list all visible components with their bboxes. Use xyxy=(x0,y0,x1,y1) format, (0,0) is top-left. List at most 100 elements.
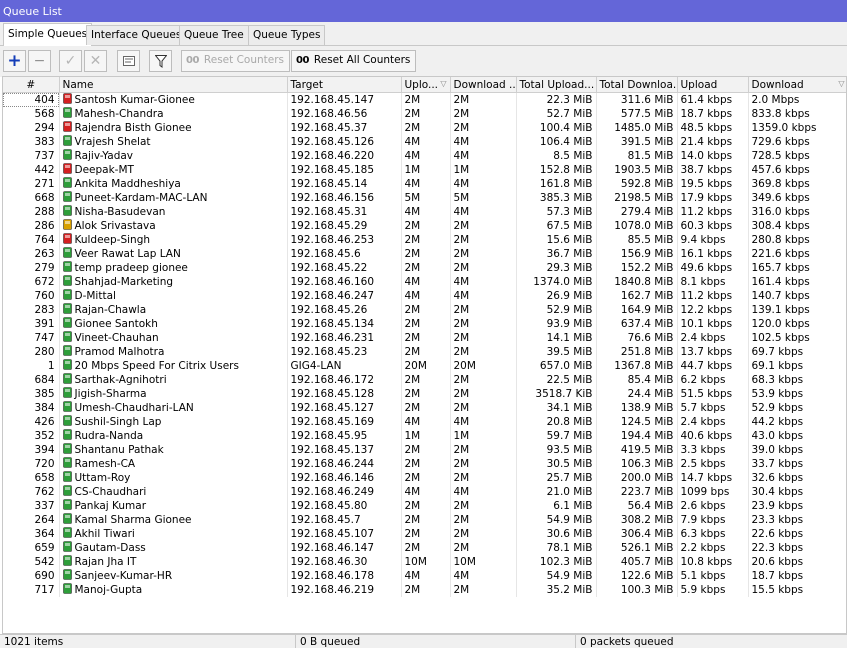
cell-total-download: 76.6 MiB xyxy=(596,331,678,345)
table-row[interactable]: 672 Shahjad-Marketing 192.168.46.160 4M 4M 13… xyxy=(3,275,846,289)
table-row[interactable]: 279 temp pradeep gionee 192.168.45.22 2M 2M 2… xyxy=(3,261,846,275)
table-row[interactable]: 442 Deepak-MT 192.168.45.185 1M 1M 152.8 MiB 1… xyxy=(3,163,846,177)
tab-simple-queues[interactable]: Simple Queues xyxy=(3,23,93,46)
cell-total-download: 2198.5 MiB xyxy=(596,191,678,205)
col-header-download-label: Download xyxy=(751,78,804,91)
table-row[interactable]: 737 Rajiv-Yadav 192.168.46.220 4M 4M 8.5 MiB 8… xyxy=(3,149,846,163)
col-header-download[interactable]: Download ▽ xyxy=(748,77,846,93)
cell-name: Pankaj Kumar xyxy=(59,499,288,513)
table-row[interactable]: 668 Puneet-Kardam-MAC-LAN 192.168.46.156 5M… xyxy=(3,191,846,205)
cell-total-upload: 161.8 MiB xyxy=(516,177,597,191)
table-row[interactable]: 658 Uttam-Roy 192.168.46.146 2M 2M 25.7 MiB 20… xyxy=(3,471,846,485)
table-row[interactable]: 684 Sarthak-Agnihotri 192.168.46.172 2M 2M 22… xyxy=(3,373,846,387)
table-row[interactable]: 394 Shantanu Pathak 192.168.45.137 2M 2M 93.5… xyxy=(3,443,846,457)
table-row[interactable]: 760 D-Mittal 192.168.46.247 4M 4M 26.9 MiB 162… xyxy=(3,289,846,303)
cell-upload: 2.5 kbps xyxy=(677,457,749,471)
cell-num: 690 xyxy=(3,569,60,583)
table-row[interactable]: 690 Sanjeev-Kumar-HR 192.168.46.178 4M 4M 54.… xyxy=(3,569,846,583)
disable-button[interactable]: ✕ xyxy=(84,50,107,72)
queue-name: Deepak-MT xyxy=(74,164,134,176)
cell-total-upload: 57.3 MiB xyxy=(516,205,597,219)
table-row[interactable]: 286 Alok Srivastava 192.168.45.29 2M 2M 67.5 … xyxy=(3,219,846,233)
table-row[interactable]: 288 Nisha-Basudevan 192.168.45.31 4M 4M 57.3 … xyxy=(3,205,846,219)
table-row[interactable]: 294 Rajendra Bisth Gionee 192.168.45.37 2M 2… xyxy=(3,121,846,135)
queue-green-icon xyxy=(62,555,72,566)
cell-name: Ramesh-CA xyxy=(59,457,288,471)
queue-name: Mahesh-Chandra xyxy=(74,108,164,120)
cell-target: 192.168.45.26 xyxy=(287,303,402,317)
cell-total-upload: 30.6 MiB xyxy=(516,527,597,541)
table-row[interactable]: 762 CS-Chaudhari 192.168.46.249 4M 4M 21.0 Mi… xyxy=(3,485,846,499)
table-row[interactable]: 264 Kamal Sharma Gionee 192.168.45.7 2M 2M 54… xyxy=(3,513,846,527)
cell-upload-max: 2M xyxy=(401,443,451,457)
tab-queue-tree[interactable]: Queue Tree xyxy=(179,25,249,45)
queue-green-icon xyxy=(62,261,72,272)
cell-target: 192.168.46.249 xyxy=(287,485,402,499)
cell-download-max: 2M xyxy=(450,471,517,485)
cell-total-upload: 67.5 MiB xyxy=(516,219,597,233)
col-header-download-max[interactable]: Download ... xyxy=(450,77,517,93)
cell-upload-max: 2M xyxy=(401,219,451,233)
table-row[interactable]: 568 Mahesh-Chandra 192.168.46.56 2M 2M 52.7 M… xyxy=(3,107,846,121)
table-row[interactable]: 426 Sushil-Singh Lap 192.168.45.169 4M 4M 20.… xyxy=(3,415,846,429)
col-header-upload[interactable]: Upload xyxy=(677,77,749,93)
queue-green-icon xyxy=(62,317,72,328)
col-header-total-download[interactable]: Total Downloa... xyxy=(596,77,678,93)
add-button[interactable]: + xyxy=(3,50,26,72)
queue-name: Manoj-Gupta xyxy=(74,584,143,596)
reset-all-counters-button[interactable]: 00 Reset All Counters xyxy=(291,50,417,72)
table-row[interactable]: 383 Vrajesh Shelat 192.168.45.126 4M 4M 106.4… xyxy=(3,135,846,149)
cell-download-max: 4M xyxy=(450,415,517,429)
col-header-name[interactable]: Name xyxy=(59,77,288,93)
table-row[interactable]: 764 Kuldeep-Singh 192.168.46.253 2M 2M 15.6 M… xyxy=(3,233,846,247)
cell-upload-max: 4M xyxy=(401,205,451,219)
queue-red-icon xyxy=(62,233,72,244)
cell-num: 747 xyxy=(3,331,60,345)
tab-interface-queues[interactable]: Interface Queues xyxy=(86,25,187,45)
cell-name: Akhil Tiwari xyxy=(59,527,288,541)
cell-total-upload: 93.5 MiB xyxy=(516,443,597,457)
table-row[interactable]: 404 Santosh Kumar-Gionee 192.168.45.147 2M 2… xyxy=(3,92,846,107)
table-row[interactable]: 280 Pramod Malhotra 192.168.45.23 2M 2M 39.5 … xyxy=(3,345,846,359)
cell-num: 717 xyxy=(3,583,60,597)
cell-target: 192.168.45.169 xyxy=(287,415,402,429)
table-row[interactable]: 364 Akhil Tiwari 192.168.45.107 2M 2M 30.6 Mi… xyxy=(3,527,846,541)
cell-total-upload: 26.9 MiB xyxy=(516,289,597,303)
cell-upload: 44.7 kbps xyxy=(677,359,749,373)
col-header-target[interactable]: Target xyxy=(287,77,402,93)
table-row[interactable]: 337 Pankaj Kumar 192.168.45.80 2M 2M 6.1 MiB 5… xyxy=(3,499,846,513)
cell-upload-max: 1M xyxy=(401,429,451,443)
reset-counters-button[interactable]: 00 Reset Counters xyxy=(181,50,291,72)
table-row[interactable]: 352 Rudra-Nanda 192.168.45.95 1M 1M 59.7 MiB 1… xyxy=(3,429,846,443)
table-row[interactable]: 271 Ankita Maddheshiya 192.168.45.14 4M 4M 16… xyxy=(3,177,846,191)
filter-button[interactable] xyxy=(149,50,172,72)
table-row[interactable]: 263 Veer Rawat Lap LAN 192.168.45.6 2M 2M 36.… xyxy=(3,247,846,261)
enable-button[interactable]: ✓ xyxy=(59,50,82,72)
table-row[interactable]: 542 Rajan Jha IT 192.168.46.30 10M 10M 102.3 … xyxy=(3,555,846,569)
comment-button[interactable] xyxy=(117,50,140,72)
cell-total-upload: 22.3 MiB xyxy=(516,92,597,107)
queue-red-icon xyxy=(62,121,72,132)
reset-all-counters-label: Reset All Counters xyxy=(313,54,411,66)
table-row[interactable]: 385 Jigish-Sharma 192.168.45.128 2M 2M 3518.7… xyxy=(3,387,846,401)
table-row[interactable]: 720 Ramesh-CA 192.168.46.244 2M 2M 30.5 MiB 10… xyxy=(3,457,846,471)
table-row[interactable]: 1 20 Mbps Speed For Citrix Users GIG4-LAN 2… xyxy=(3,359,846,373)
cell-upload-max: 1M xyxy=(401,163,451,177)
cell-download-max: 1M xyxy=(450,429,517,443)
cell-target: 192.168.45.14 xyxy=(287,177,402,191)
col-header-total-upload[interactable]: Total Upload... xyxy=(516,77,597,93)
col-header-upload-max[interactable]: Uplo... ▽ xyxy=(401,77,451,93)
cell-num: 391 xyxy=(3,317,60,331)
table-row[interactable]: 283 Rajan-Chawla 192.168.45.26 2M 2M 52.9 MiB… xyxy=(3,303,846,317)
cell-download: 18.7 kbps xyxy=(748,569,846,583)
remove-button[interactable]: − xyxy=(28,50,51,72)
tab-queue-types[interactable]: Queue Types xyxy=(248,25,326,45)
table-row[interactable]: 747 Vineet-Chauhan 192.168.46.231 2M 2M 14.1 … xyxy=(3,331,846,345)
col-header-num[interactable]: # xyxy=(3,77,60,93)
cell-download: 1359.0 kbps xyxy=(748,121,846,135)
cell-target: 192.168.45.128 xyxy=(287,387,402,401)
table-row[interactable]: 717 Manoj-Gupta 192.168.46.219 2M 2M 35.2 MiB… xyxy=(3,583,846,597)
table-row[interactable]: 391 Gionee Santokh 192.168.45.134 2M 2M 93.9 … xyxy=(3,317,846,331)
table-row[interactable]: 384 Umesh-Chaudhari-LAN 192.168.45.127 2M 2M… xyxy=(3,401,846,415)
table-row[interactable]: 659 Gautam-Dass 192.168.46.147 2M 2M 78.1 MiB… xyxy=(3,541,846,555)
